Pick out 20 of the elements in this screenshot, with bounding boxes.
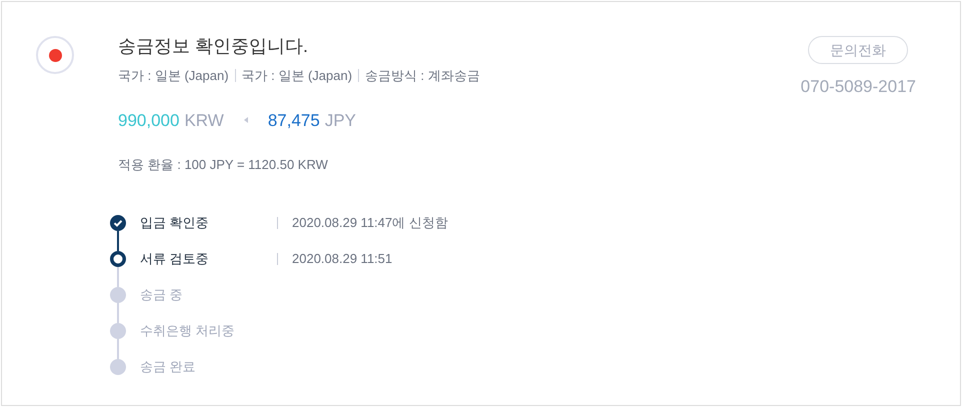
- step-label: 수취은행 처리중: [140, 322, 236, 340]
- step-date: 2020.08.29 11:47에 신청함: [292, 214, 448, 232]
- step-label: 송금 완료: [140, 358, 197, 376]
- arrow-left-icon: [244, 117, 248, 124]
- send-amount: 990,000: [118, 110, 180, 132]
- exchange-rate: 적용 환율 : 100 JPY = 1120.50 KRW: [118, 156, 329, 174]
- call-inquiry-button[interactable]: 문의전화: [808, 36, 908, 64]
- status-title: 송금정보 확인중입니다.: [118, 35, 310, 57]
- receive-amount: 87,475: [268, 110, 320, 132]
- send-currency: KRW: [184, 110, 224, 132]
- receive-currency: JPY: [324, 110, 356, 132]
- phone-number: 070-5089-2017: [800, 76, 916, 98]
- meta-text: 송금방식 : 계좌송금: [365, 67, 480, 85]
- step-label: 서류 검토중: [140, 250, 210, 268]
- meta-text: 국가 : 일본 (Japan): [242, 67, 352, 85]
- step-date: 2020.08.29 11:51: [292, 250, 392, 268]
- status-indicator: [36, 36, 74, 74]
- step-label: 송금 중: [140, 286, 184, 304]
- step-label: 입금 확인중: [140, 214, 210, 232]
- meta-text: 국가 : 일본 (Japan): [118, 67, 229, 85]
